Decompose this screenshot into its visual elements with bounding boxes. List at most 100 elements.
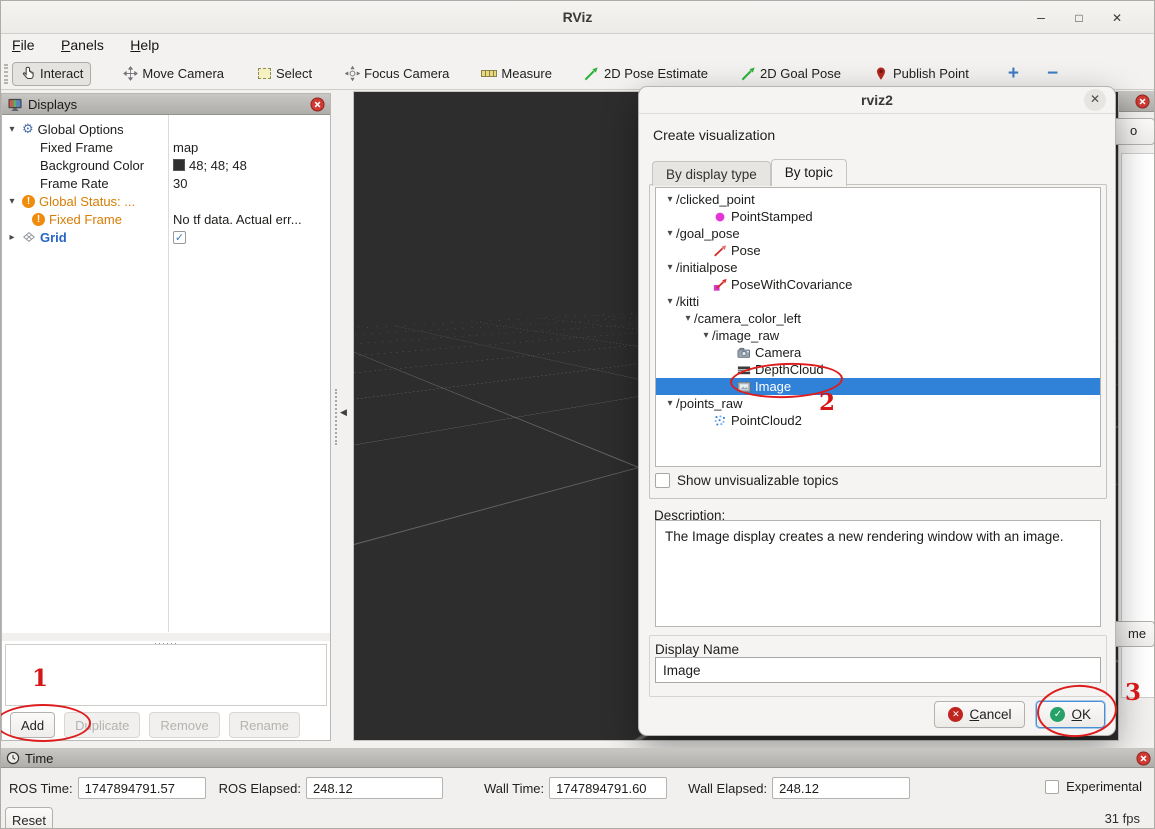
property-row[interactable]: Frame Rate 30 bbox=[2, 174, 330, 192]
annotation-number-3: 3 bbox=[1125, 679, 1141, 706]
views-panel-header bbox=[1119, 91, 1155, 112]
cancel-button[interactable]: Cancel bbox=[934, 701, 1025, 728]
chevron-down-icon[interactable] bbox=[700, 330, 712, 341]
wall-elapsed-input[interactable] bbox=[772, 777, 910, 799]
green-arrow-icon bbox=[584, 66, 600, 82]
tool-label: Publish Point bbox=[893, 66, 969, 81]
show-unvisualizable-label: Show unvisualizable topics bbox=[677, 473, 838, 488]
time-fields-row: ROS Time: ROS Elapsed: Wall Time: Wall E… bbox=[9, 776, 923, 800]
window-title: RViz bbox=[1, 1, 1154, 33]
annotation-number-1: 1 bbox=[32, 665, 48, 692]
ros-time-input[interactable] bbox=[78, 777, 206, 799]
measure-tool-button[interactable]: Measure bbox=[474, 63, 559, 85]
splitter-handle[interactable] bbox=[2, 633, 330, 641]
topic-row[interactable]: /points_raw bbox=[656, 395, 1100, 412]
topic-row[interactable]: /image_raw bbox=[656, 327, 1100, 344]
remove-tool-icon[interactable]: − bbox=[1047, 66, 1058, 82]
topic-row[interactable]: Pose bbox=[656, 242, 1100, 259]
tab-by-display-type[interactable]: By display type bbox=[652, 161, 771, 186]
chevron-down-icon[interactable] bbox=[6, 196, 18, 207]
experimental-label: Experimental bbox=[1066, 779, 1142, 794]
property-row[interactable]: Global Status: ... bbox=[2, 192, 330, 210]
views-close-icon[interactable] bbox=[1135, 94, 1150, 109]
display-help-box bbox=[5, 644, 327, 706]
reset-button[interactable]: Reset bbox=[5, 807, 53, 829]
dialog-title: rviz2 bbox=[639, 87, 1115, 113]
topic-row[interactable]: /clicked_point bbox=[656, 191, 1100, 208]
topic-row[interactable]: PointStamped bbox=[656, 208, 1100, 225]
publish-point-tool-button[interactable]: Publish Point bbox=[866, 63, 976, 85]
tool-label: Measure bbox=[501, 66, 552, 81]
select-tool-button[interactable]: Select bbox=[249, 63, 319, 85]
property-row[interactable]: Fixed Frame No tf data. Actual err... bbox=[2, 210, 330, 228]
close-icon[interactable] bbox=[1104, 5, 1130, 31]
add-tool-icon[interactable]: + bbox=[1008, 66, 1019, 82]
warning-icon bbox=[22, 195, 35, 208]
gear-icon bbox=[22, 123, 34, 136]
experimental-checkbox[interactable] bbox=[1045, 780, 1059, 794]
chevron-down-icon[interactable] bbox=[682, 313, 694, 324]
warning-icon bbox=[32, 213, 45, 226]
show-unvisualizable-checkbox[interactable] bbox=[655, 473, 670, 488]
dialog-tabs: By display type By topic bbox=[652, 159, 847, 186]
topic-row-image-selected[interactable]: Image bbox=[656, 378, 1100, 395]
remove-display-button[interactable]: Remove bbox=[149, 712, 219, 738]
property-row[interactable]: Global Options bbox=[2, 120, 330, 138]
annotation-number-2: 2 bbox=[819, 389, 835, 416]
ros-time-label: ROS Time: bbox=[9, 781, 73, 796]
minimize-icon[interactable] bbox=[1028, 5, 1054, 31]
menu-help[interactable]: Help bbox=[119, 34, 170, 53]
wall-time-input[interactable] bbox=[549, 777, 667, 799]
menu-panels[interactable]: Panels bbox=[50, 34, 115, 53]
topic-row[interactable]: /camera_color_left bbox=[656, 310, 1100, 327]
time-close-icon[interactable] bbox=[1136, 751, 1151, 766]
move-camera-tool-button[interactable]: Move Camera bbox=[115, 63, 231, 85]
goal-pose-tool-button[interactable]: 2D Goal Pose bbox=[733, 63, 848, 85]
display-name-input[interactable] bbox=[655, 657, 1101, 683]
ros-elapsed-input[interactable] bbox=[306, 777, 443, 799]
point-stamped-icon bbox=[712, 210, 727, 224]
chevron-down-icon[interactable] bbox=[664, 228, 676, 239]
cancel-icon bbox=[948, 707, 963, 722]
collapse-arrow-icon[interactable] bbox=[340, 408, 347, 418]
property-row[interactable]: Background Color 48; 48; 48 bbox=[2, 156, 330, 174]
menu-file[interactable]: File bbox=[1, 34, 46, 53]
displays-close-icon[interactable] bbox=[310, 97, 325, 112]
chevron-down-icon[interactable] bbox=[664, 194, 676, 205]
property-row[interactable]: Fixed Frame map bbox=[2, 138, 330, 156]
displays-property-tree: Global Options Fixed Frame map Backgroun… bbox=[2, 115, 330, 632]
tab-by-topic[interactable]: By topic bbox=[771, 159, 847, 186]
pose-estimate-tool-button[interactable]: 2D Pose Estimate bbox=[577, 63, 715, 85]
grid-enabled-checkbox[interactable] bbox=[173, 231, 186, 244]
focus-crosshair-icon bbox=[344, 66, 360, 82]
views-panel-partial: o me bbox=[1118, 91, 1155, 741]
topic-row[interactable]: /goal_pose bbox=[656, 225, 1100, 242]
topic-row[interactable]: /kitti bbox=[656, 293, 1100, 310]
dialog-heading: Create visualization bbox=[653, 127, 775, 143]
monitor-icon bbox=[7, 97, 23, 112]
topic-row[interactable]: /initialpose bbox=[656, 259, 1100, 276]
topic-row[interactable]: DepthCloud bbox=[656, 361, 1100, 378]
chevron-down-icon[interactable] bbox=[664, 296, 676, 307]
chevron-down-icon[interactable] bbox=[664, 262, 676, 273]
dialog-close-icon[interactable] bbox=[1084, 89, 1106, 111]
color-swatch bbox=[173, 159, 185, 171]
pose-covariance-icon bbox=[712, 278, 727, 292]
chevron-down-icon[interactable] bbox=[6, 124, 18, 135]
panel-splitter-handle[interactable] bbox=[335, 389, 337, 445]
topic-row[interactable]: PointCloud2 bbox=[656, 412, 1100, 429]
rename-display-button[interactable]: Rename bbox=[229, 712, 300, 738]
toolbar-drag-handle[interactable] bbox=[4, 64, 8, 84]
topic-row[interactable]: PoseWithCovariance bbox=[656, 276, 1100, 293]
experimental-row: Experimental bbox=[1045, 779, 1142, 794]
chevron-down-icon[interactable] bbox=[664, 398, 676, 409]
displays-panel-header: Displays bbox=[2, 94, 330, 115]
titlebar: RViz bbox=[1, 1, 1154, 34]
chevron-right-icon[interactable] bbox=[6, 232, 18, 243]
interact-tool-button[interactable]: Interact bbox=[12, 62, 91, 86]
focus-camera-tool-button[interactable]: Focus Camera bbox=[337, 63, 456, 85]
maximize-icon[interactable] bbox=[1066, 5, 1092, 31]
property-row[interactable]: Grid bbox=[2, 228, 330, 246]
topic-tree: /clicked_point PointStamped /goal_pose P… bbox=[655, 187, 1101, 467]
topic-row[interactable]: Camera bbox=[656, 344, 1100, 361]
